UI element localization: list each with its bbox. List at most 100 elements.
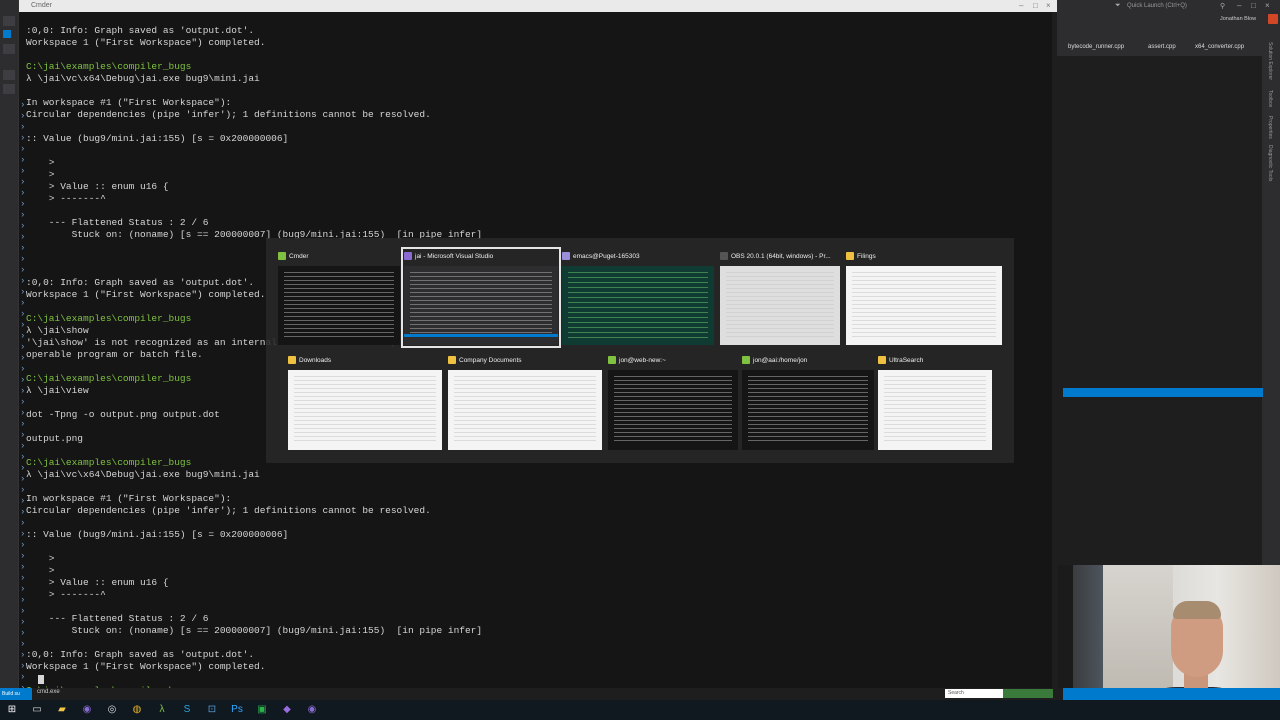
switcher-window-thumb[interactable]: Filings [846,250,1002,345]
photoshop-icon[interactable]: Ps [230,703,244,717]
switcher-window-thumb[interactable]: Cmder [278,250,400,345]
minimize-button[interactable]: – [1237,1,1241,10]
app-icon [608,356,616,365]
cmder-toolbar[interactable] [1003,689,1053,698]
switcher-window-preview [608,370,738,450]
switcher-window-thumb[interactable]: OBS 20.0.1 (64bit, windows) - Pr... [720,250,840,345]
terminal-line: In workspace #1 ("First Workspace"): [26,97,232,108]
terminal-line: Circular dependencies (pipe 'infer'); 1 … [26,109,431,120]
tab-x64-converter[interactable]: x64_converter.cpp [1195,44,1244,50]
gutter-marker: › [20,353,26,363]
toolbar-icon[interactable] [3,70,15,80]
task-view-icon[interactable]: ▭ [30,703,44,717]
switcher-window-thumb[interactable]: Company Documents [448,354,602,450]
app-icon [278,252,286,261]
terminal-line: :: Value (bug9/mini.jai:155) [s = 0x2000… [26,529,289,540]
alt-tab-switcher: Cmder jai - Microsoft Visual Studio emacs@… [266,238,1014,463]
search-input[interactable]: Search [945,689,1003,698]
switcher-window-preview [742,370,874,450]
side-tab-toolbox[interactable]: Toolbox [1267,90,1273,107]
toolbar-icon[interactable] [3,84,15,94]
vs-titlebar: ⏷ Quick Launch (Ctrl+Q) ⚲ – □ × [1057,0,1280,14]
terminal-line: Workspace 1 ("First Workspace") complete… [26,661,266,672]
close-button[interactable]: × [1046,0,1051,12]
gutter-marker: › [20,496,26,506]
tab-bytecode-runner[interactable]: bytecode_runner.cpp [1068,44,1124,50]
maximize-button[interactable]: □ [1251,1,1256,10]
switcher-window-thumb[interactable]: jon@web-new:~ [608,354,738,450]
terminal-line: --- Flattened Status : 2 / 6 [26,217,209,228]
switcher-window-thumb[interactable]: UltraSearch [878,354,992,450]
emacs-icon[interactable]: ◉ [80,703,94,717]
menu-icon[interactable] [3,16,15,26]
switcher-window-preview [288,370,442,450]
gutter-marker: › [20,177,26,187]
vs-editor-area[interactable] [1057,56,1262,565]
visual-studio-icon[interactable]: ◆ [280,703,294,717]
vs-logo-icon [3,30,11,38]
gutter-marker: › [20,397,26,407]
switcher-window-thumb[interactable]: emacs@Puget-165303 [562,250,714,345]
tab-assert[interactable]: assert.cpp [1148,44,1176,50]
vs-side-tabs: Solution Explorer Toolbox Properties Dia… [1264,40,1280,565]
gutter-marker: › [20,441,26,451]
gutter-marker: › [20,298,26,308]
side-tab-diagnostic-tools[interactable]: Diagnostic Tools [1267,145,1273,181]
terminal-line: λ \jai\vc\x64\Debug\jai.exe bug9\mini.ja… [26,73,260,84]
remote-desktop-icon[interactable]: ⊡ [205,703,219,717]
cmder-icon[interactable]: λ [155,703,169,717]
toolbar-icon[interactable] [3,44,15,54]
webcam-person-hair [1173,601,1221,619]
file-explorer-icon[interactable]: ▰ [55,703,69,717]
switcher-window-title: emacs@Puget-165303 [573,253,640,260]
search-icon[interactable]: ⚲ [1220,2,1225,10]
gutter-marker: › [20,287,26,297]
switcher-window-thumb[interactable]: jai - Microsoft Visual Studio [401,247,561,348]
switcher-window-title: jai - Microsoft Visual Studio [415,253,494,260]
switcher-window-preview [562,266,714,345]
user-avatar[interactable] [1268,14,1278,24]
switcher-window-caption: emacs@Puget-165303 [562,250,640,264]
status-bar: Build su cmd.exe Search [0,688,1280,700]
close-button[interactable]: × [1265,1,1270,10]
vs-output-panel-header[interactable] [1063,388,1263,397]
skype-icon[interactable]: S [180,703,194,717]
gutter-marker: › [20,111,26,121]
switcher-window-caption: jon@aai:/home/jon [742,354,807,368]
gutter-marker: › [20,265,26,275]
switcher-window-title: Downloads [299,357,332,364]
windows-icon[interactable]: ⊞ [5,703,19,717]
preview-content [748,376,868,444]
switcher-window-title: Cmder [289,253,309,260]
minimize-button[interactable]: – [1019,0,1023,12]
gutter-marker: › [20,155,26,165]
switcher-window-caption: Company Documents [448,354,522,368]
switcher-window-thumb[interactable]: jon@aai:/home/jon [742,354,874,450]
preview-content [614,376,732,444]
gutter-marker: › [20,133,26,143]
gutter-marker: › [20,584,26,594]
terminal-icon[interactable]: ▣ [255,703,269,717]
app-icon [562,252,570,261]
gutter-marker: › [20,540,26,550]
filter-icon[interactable]: ⏷ [1115,2,1121,10]
side-tab-solution-explorer[interactable]: Solution Explorer [1267,42,1273,80]
gutter-marker: › [20,188,26,198]
gutter-marker: › [20,221,26,231]
quick-launch-input[interactable]: Quick Launch (Ctrl+Q) [1127,3,1187,9]
emacs-icon-2[interactable]: ◉ [305,703,319,717]
gutter-marker: › [20,309,26,319]
app-icon [404,252,412,261]
gutter-marker: › [20,606,26,616]
maximize-button[interactable]: □ [1033,0,1038,12]
chrome-icon[interactable]: ◍ [130,703,144,717]
gutter-marker: › [20,595,26,605]
gutter-marker: › [20,430,26,440]
obs-icon[interactable]: ◎ [105,703,119,717]
switcher-window-preview [278,266,400,345]
user-name[interactable]: Jonathan Blow [1220,16,1256,22]
side-tab-properties[interactable]: Properties [1267,116,1273,139]
terminal-line: :0,0: Info: Graph saved as 'output.dot'. [26,649,255,660]
cmd-tab[interactable]: cmd.exe [37,689,60,695]
switcher-window-thumb[interactable]: Downloads [288,354,442,450]
